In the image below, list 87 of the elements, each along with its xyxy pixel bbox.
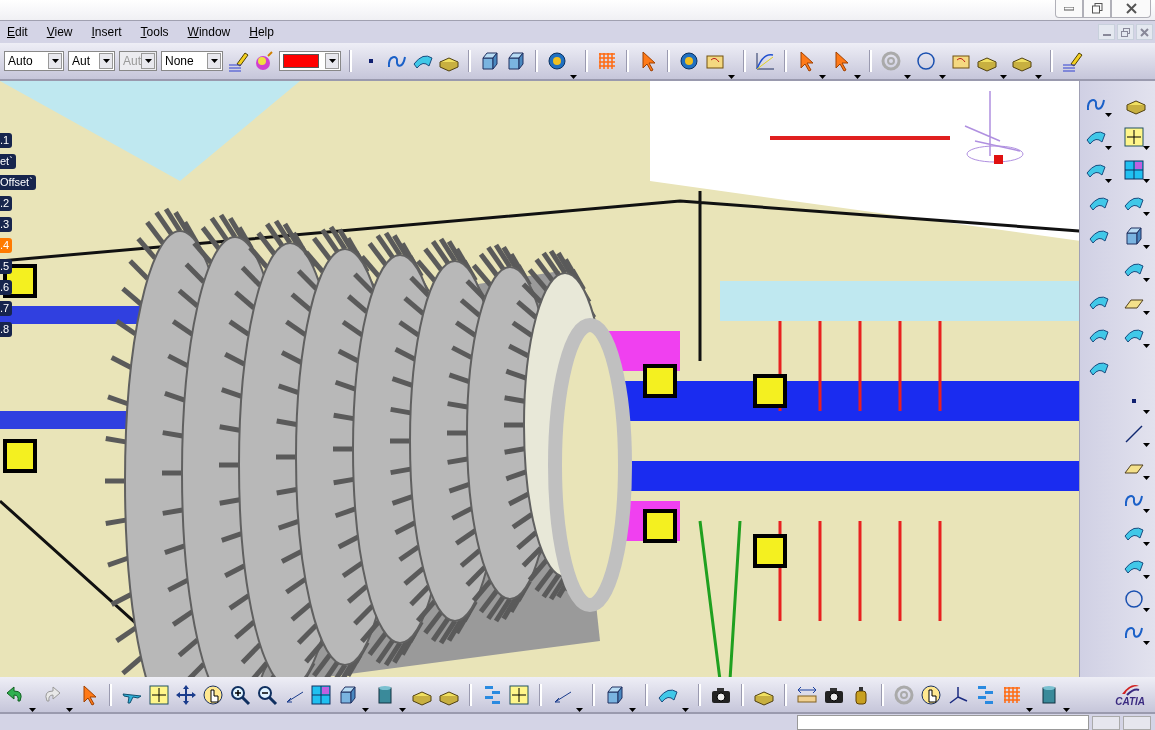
caret-icon[interactable] <box>207 53 221 69</box>
restore-icon <box>1121 27 1130 37</box>
quad-view-icon[interactable] <box>1122 159 1145 181</box>
caret-icon[interactable] <box>29 708 36 712</box>
fit-frame-icon[interactable] <box>508 683 530 706</box>
tree-item[interactable]: .3 <box>0 217 13 232</box>
brush-icon[interactable] <box>227 50 249 72</box>
tree-item[interactable]: Offset` <box>0 175 36 190</box>
caret-icon[interactable] <box>1142 245 1150 249</box>
close-icon <box>1140 27 1149 37</box>
caret-icon[interactable] <box>1142 212 1150 216</box>
move-arrows-icon[interactable] <box>175 683 197 706</box>
caret-icon[interactable] <box>1142 542 1150 546</box>
caret-icon[interactable] <box>99 53 113 69</box>
caret-icon[interactable] <box>362 708 369 712</box>
tree-item[interactable]: .5 <box>0 259 13 274</box>
circle-icon[interactable] <box>1122 588 1145 610</box>
dropdown[interactable]: Auto <box>4 51 64 71</box>
caret-icon[interactable] <box>576 708 583 712</box>
caret-icon[interactable] <box>1063 708 1070 712</box>
caret-icon[interactable] <box>1142 476 1150 480</box>
brush-icon[interactable] <box>1061 50 1083 72</box>
fit-frame-icon[interactable] <box>148 683 170 706</box>
caret-icon[interactable] <box>1035 75 1042 79</box>
cube-icon[interactable] <box>505 50 527 72</box>
cube-icon[interactable] <box>479 50 501 72</box>
cube-icon[interactable] <box>337 683 359 706</box>
caret-icon[interactable] <box>1142 179 1150 183</box>
caret-icon[interactable] <box>1142 410 1150 414</box>
caret-icon[interactable] <box>1142 509 1150 513</box>
hand-icon[interactable] <box>920 683 942 706</box>
tree-item[interactable]: .7 <box>0 301 13 316</box>
caret-icon[interactable] <box>325 53 339 69</box>
caret-icon[interactable] <box>854 75 861 79</box>
zoom-in-icon[interactable] <box>229 683 251 706</box>
caret-icon[interactable] <box>1105 113 1113 117</box>
menu-item[interactable]: Tools <box>133 25 181 39</box>
caret-icon[interactable] <box>939 75 946 79</box>
caret-icon[interactable] <box>1142 575 1150 579</box>
caret-icon[interactable] <box>1105 146 1113 150</box>
caret-icon[interactable] <box>1142 311 1150 315</box>
dropdown[interactable]: None <box>161 51 223 71</box>
dropdown[interactable]: Aut <box>68 51 115 71</box>
graph-icon[interactable] <box>754 50 776 72</box>
close-button[interactable] <box>1111 0 1151 18</box>
caret-icon[interactable] <box>1142 344 1150 348</box>
caret-icon[interactable] <box>904 75 911 79</box>
circle-icon[interactable] <box>915 50 937 72</box>
close-icon <box>1125 3 1137 14</box>
restore-icon <box>1091 3 1103 14</box>
tree-item[interactable]: .1 <box>0 133 13 148</box>
quad-view-icon[interactable] <box>310 683 332 706</box>
tree-item[interactable]: et` <box>0 154 16 169</box>
menu-item[interactable]: Help <box>242 25 286 39</box>
hand-icon[interactable] <box>202 683 224 706</box>
caret-icon[interactable] <box>1026 708 1033 712</box>
color-dropdown[interactable] <box>279 51 341 71</box>
caret-icon[interactable] <box>1142 278 1150 282</box>
zoom-out-icon[interactable] <box>256 683 278 706</box>
caret-icon[interactable] <box>66 708 73 712</box>
logo: CATIA <box>1115 682 1151 707</box>
minimize-icon <box>1064 6 1074 11</box>
cube-icon[interactable] <box>604 683 626 706</box>
menu-item[interactable]: Window <box>180 25 243 39</box>
tree-item[interactable]: .6 <box>0 280 13 295</box>
tree-item[interactable]: .2 <box>0 196 13 211</box>
caret-icon[interactable] <box>1142 608 1150 612</box>
caret-icon[interactable] <box>48 53 62 69</box>
caret-icon[interactable] <box>819 75 826 79</box>
caret-icon[interactable] <box>728 75 735 79</box>
menu-item[interactable]: Edit <box>0 25 40 39</box>
caret-icon[interactable] <box>399 708 406 712</box>
tree-item[interactable]: .8 <box>0 322 13 337</box>
restore-button[interactable] <box>1083 0 1111 18</box>
caret-icon[interactable] <box>682 708 689 712</box>
menu-item[interactable]: View <box>39 25 85 39</box>
caret-icon[interactable] <box>1142 146 1150 150</box>
command-input-field[interactable] <box>797 715 1089 730</box>
caret-icon[interactable] <box>629 708 636 712</box>
caret-icon[interactable] <box>1142 641 1150 645</box>
minimize-button[interactable] <box>1098 24 1115 40</box>
fit-frame-icon[interactable] <box>1122 126 1145 148</box>
menu-item[interactable]: Insert <box>84 25 134 39</box>
caret-icon[interactable] <box>1142 443 1150 447</box>
caret-icon[interactable] <box>570 75 577 79</box>
caret-icon[interactable] <box>1105 179 1113 183</box>
caret-icon[interactable] <box>1000 75 1007 79</box>
